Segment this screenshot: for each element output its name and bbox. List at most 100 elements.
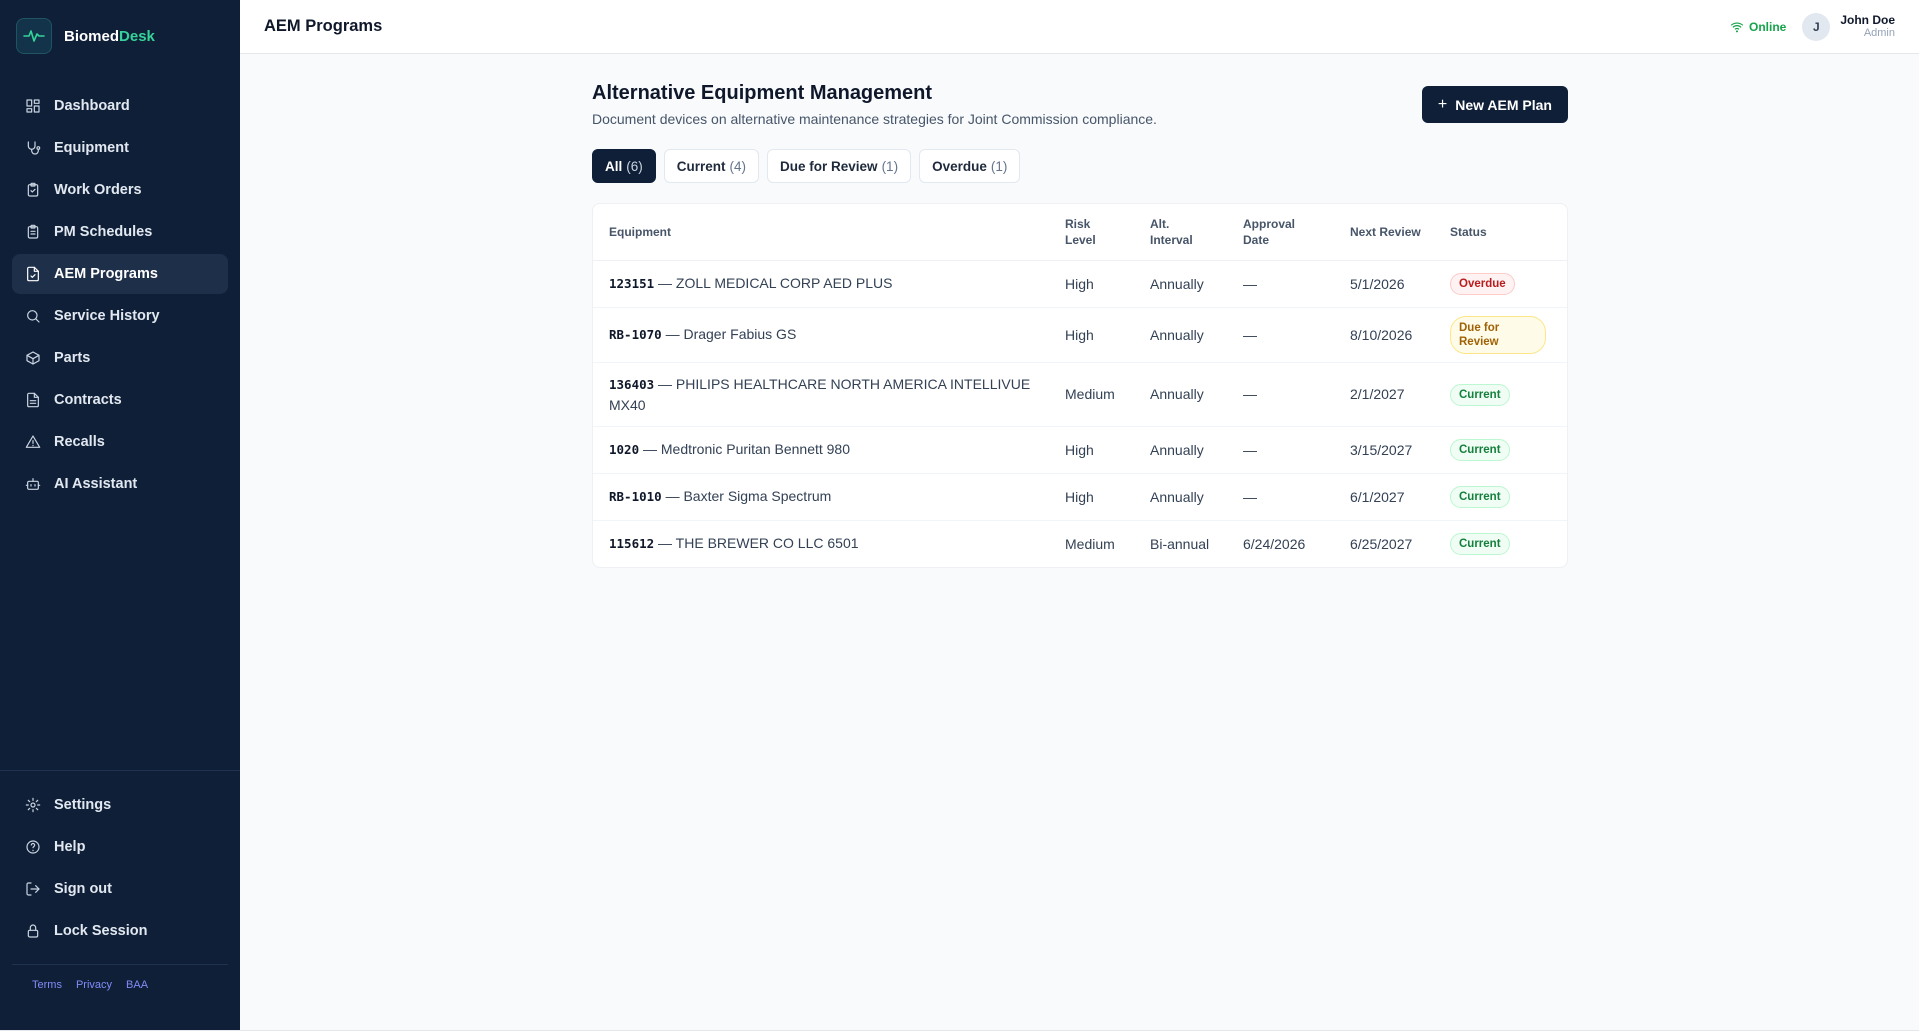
table-row[interactable]: 123151 — ZOLL MEDICAL CORP AED PLUS High…: [593, 260, 1567, 308]
approval-cell: —: [1231, 307, 1338, 363]
sidebar-item-help[interactable]: Help: [12, 827, 228, 867]
new-aem-plan-button[interactable]: + New AEM Plan: [1421, 86, 1568, 123]
approval-cell: —: [1231, 260, 1338, 308]
lock-icon: [24, 922, 42, 940]
tab-label: Due for Review: [780, 158, 878, 174]
sidebar-bottom: Settings Help Sign out Lock Session: [0, 770, 240, 953]
status-badge: Due for Review: [1450, 315, 1546, 354]
sidebar-item-settings[interactable]: Settings: [12, 785, 228, 825]
table-row[interactable]: 115612 — THE BREWER CO LLC 6501 Medium B…: [593, 520, 1567, 567]
sidebar-item-label: Parts: [54, 350, 91, 366]
main-content: Alternative Equipment Management Documen…: [592, 80, 1568, 568]
equipment-cell: RB-1070 — Drager Fabius GS: [593, 307, 1053, 363]
sidebar-item-lock-session[interactable]: Lock Session: [12, 911, 228, 951]
tab-label: All: [605, 158, 623, 174]
table-row[interactable]: RB-1070 — Drager Fabius GS High Annually…: [593, 307, 1567, 363]
table-row[interactable]: RB-1010 — Baxter Sigma Spectrum High Ann…: [593, 473, 1567, 521]
sidebar-item-dashboard[interactable]: Dashboard: [12, 86, 228, 126]
table-header-row: Equipment Risk Level Alt. Interval Approva…: [593, 204, 1567, 261]
column-header-alt-interval[interactable]: Alt. Interval: [1138, 204, 1231, 261]
sidebar-item-aem-programs[interactable]: AEM Programs: [12, 254, 228, 294]
privacy-link[interactable]: Privacy: [76, 979, 112, 991]
tab-overdue[interactable]: Overdue (1): [919, 149, 1021, 183]
sidebar-item-pm-schedules[interactable]: PM Schedules: [12, 212, 228, 252]
interval-cell: Annually: [1138, 426, 1231, 474]
approval-cell: —: [1231, 473, 1338, 521]
asset-tag: 136403: [609, 376, 655, 392]
connection-status: Online: [1730, 20, 1786, 34]
status-cell: Current: [1438, 473, 1567, 521]
column-header-approval-date[interactable]: Approval Date: [1231, 204, 1338, 261]
avatar[interactable]: J: [1802, 12, 1831, 41]
sidebar-nav: Dashboard Equipment Work Orders PM Sched…: [0, 86, 240, 506]
page-head: Alternative Equipment Management Documen…: [592, 80, 1568, 127]
tab-due-for-review[interactable]: Due for Review (1): [767, 149, 912, 183]
column-header-next-review[interactable]: Next Review: [1338, 204, 1438, 261]
sidebar-item-label: Settings: [54, 797, 112, 813]
equipment-cell: 115612 — THE BREWER CO LLC 6501: [593, 520, 1053, 567]
sidebar-item-work-orders[interactable]: Work Orders: [12, 170, 228, 210]
column-header-status[interactable]: Status: [1438, 204, 1567, 261]
status-cell: Current: [1438, 520, 1567, 567]
file-check-icon: [24, 265, 42, 283]
table-row[interactable]: 1020 — Medtronic Puritan Bennett 980 Hig…: [593, 426, 1567, 474]
column-header-risk-level[interactable]: Risk Level: [1053, 204, 1138, 261]
document-icon: [24, 391, 42, 409]
status-badge: Current: [1450, 439, 1510, 461]
status-cell: Current: [1438, 362, 1567, 427]
brand-name: BiomedDesk: [64, 27, 155, 45]
sidebar-item-label: AEM Programs: [54, 266, 158, 282]
sidebar-item-label: PM Schedules: [54, 224, 153, 240]
sidebar-item-label: Equipment: [54, 140, 129, 156]
sidebar-item-label: Lock Session: [54, 923, 148, 939]
asset-tag: RB-1070: [609, 327, 662, 342]
status-badge: Current: [1450, 486, 1510, 508]
sidebar-item-label: Dashboard: [54, 98, 130, 114]
sidebar-item-equipment[interactable]: Equipment: [12, 128, 228, 168]
stethoscope-icon: [24, 139, 42, 157]
tab-all[interactable]: All (6): [592, 149, 656, 183]
user-menu[interactable]: John Doe Admin: [1840, 12, 1895, 40]
sidebar-item-service-history[interactable]: Service History: [12, 296, 228, 336]
risk-cell: High: [1053, 260, 1138, 308]
plus-icon: +: [1437, 95, 1448, 113]
terms-link[interactable]: Terms: [32, 979, 62, 991]
next-review-cell: 2/1/2027: [1338, 362, 1438, 427]
equipment-cell: 123151 — ZOLL MEDICAL CORP AED PLUS: [593, 260, 1053, 308]
equipment-cell: RB-1010 — Baxter Sigma Spectrum: [593, 473, 1053, 521]
page-subtitle: Document devices on alternative maintena…: [592, 111, 1157, 127]
risk-cell: High: [1053, 473, 1138, 521]
column-header-equipment[interactable]: Equipment: [593, 204, 1053, 261]
sidebar-item-sign-out[interactable]: Sign out: [12, 869, 228, 909]
sidebar-item-contracts[interactable]: Contracts: [12, 380, 228, 420]
tab-current[interactable]: Current (4): [663, 149, 760, 183]
sidebar-item-parts[interactable]: Parts: [12, 338, 228, 378]
tab-label: Current: [676, 158, 726, 174]
baa-link[interactable]: BAA: [126, 979, 148, 991]
approval-cell: —: [1231, 426, 1338, 474]
sidebar-item-label: Contracts: [54, 392, 122, 408]
interval-cell: Annually: [1138, 473, 1231, 521]
risk-cell: Medium: [1065, 535, 1115, 552]
sidebar-item-label: AI Assistant: [54, 476, 138, 492]
status-badge: Current: [1450, 383, 1510, 406]
status-cell: Due for Review: [1438, 307, 1567, 363]
equipment-name: — Medtronic Puritan Bennett 980: [639, 441, 851, 457]
sidebar-item-label: Service History: [54, 308, 160, 324]
user-name: John Doe: [1840, 12, 1895, 27]
status-badge: Current: [1450, 533, 1510, 556]
table-row[interactable]: 136403 — PHILIPS HEALTHCARE NORTH AMERIC…: [593, 362, 1567, 427]
asset-tag: RB-1010: [609, 489, 662, 504]
sidebar-item-recalls[interactable]: Recalls: [12, 422, 228, 462]
equipment-name: — PHILIPS HEALTHCARE NORTH AMERICA INTEL…: [609, 375, 1031, 413]
tab-count: (4): [729, 158, 747, 174]
equipment-name: — Baxter Sigma Spectrum: [661, 488, 832, 504]
package-icon: [24, 349, 42, 367]
brand[interactable]: BiomedDesk: [0, 0, 240, 72]
equipment-name: — Drager Fabius GS: [661, 326, 797, 342]
sidebar-item-ai-assistant[interactable]: AI Assistant: [12, 464, 228, 504]
filter-tabs: All (6) Current (4) Due for Review (1) Over…: [592, 149, 1568, 183]
search-icon: [24, 307, 42, 325]
sidebar-item-label: Work Orders: [54, 182, 142, 198]
sidebar-item-label: Help: [54, 839, 86, 855]
